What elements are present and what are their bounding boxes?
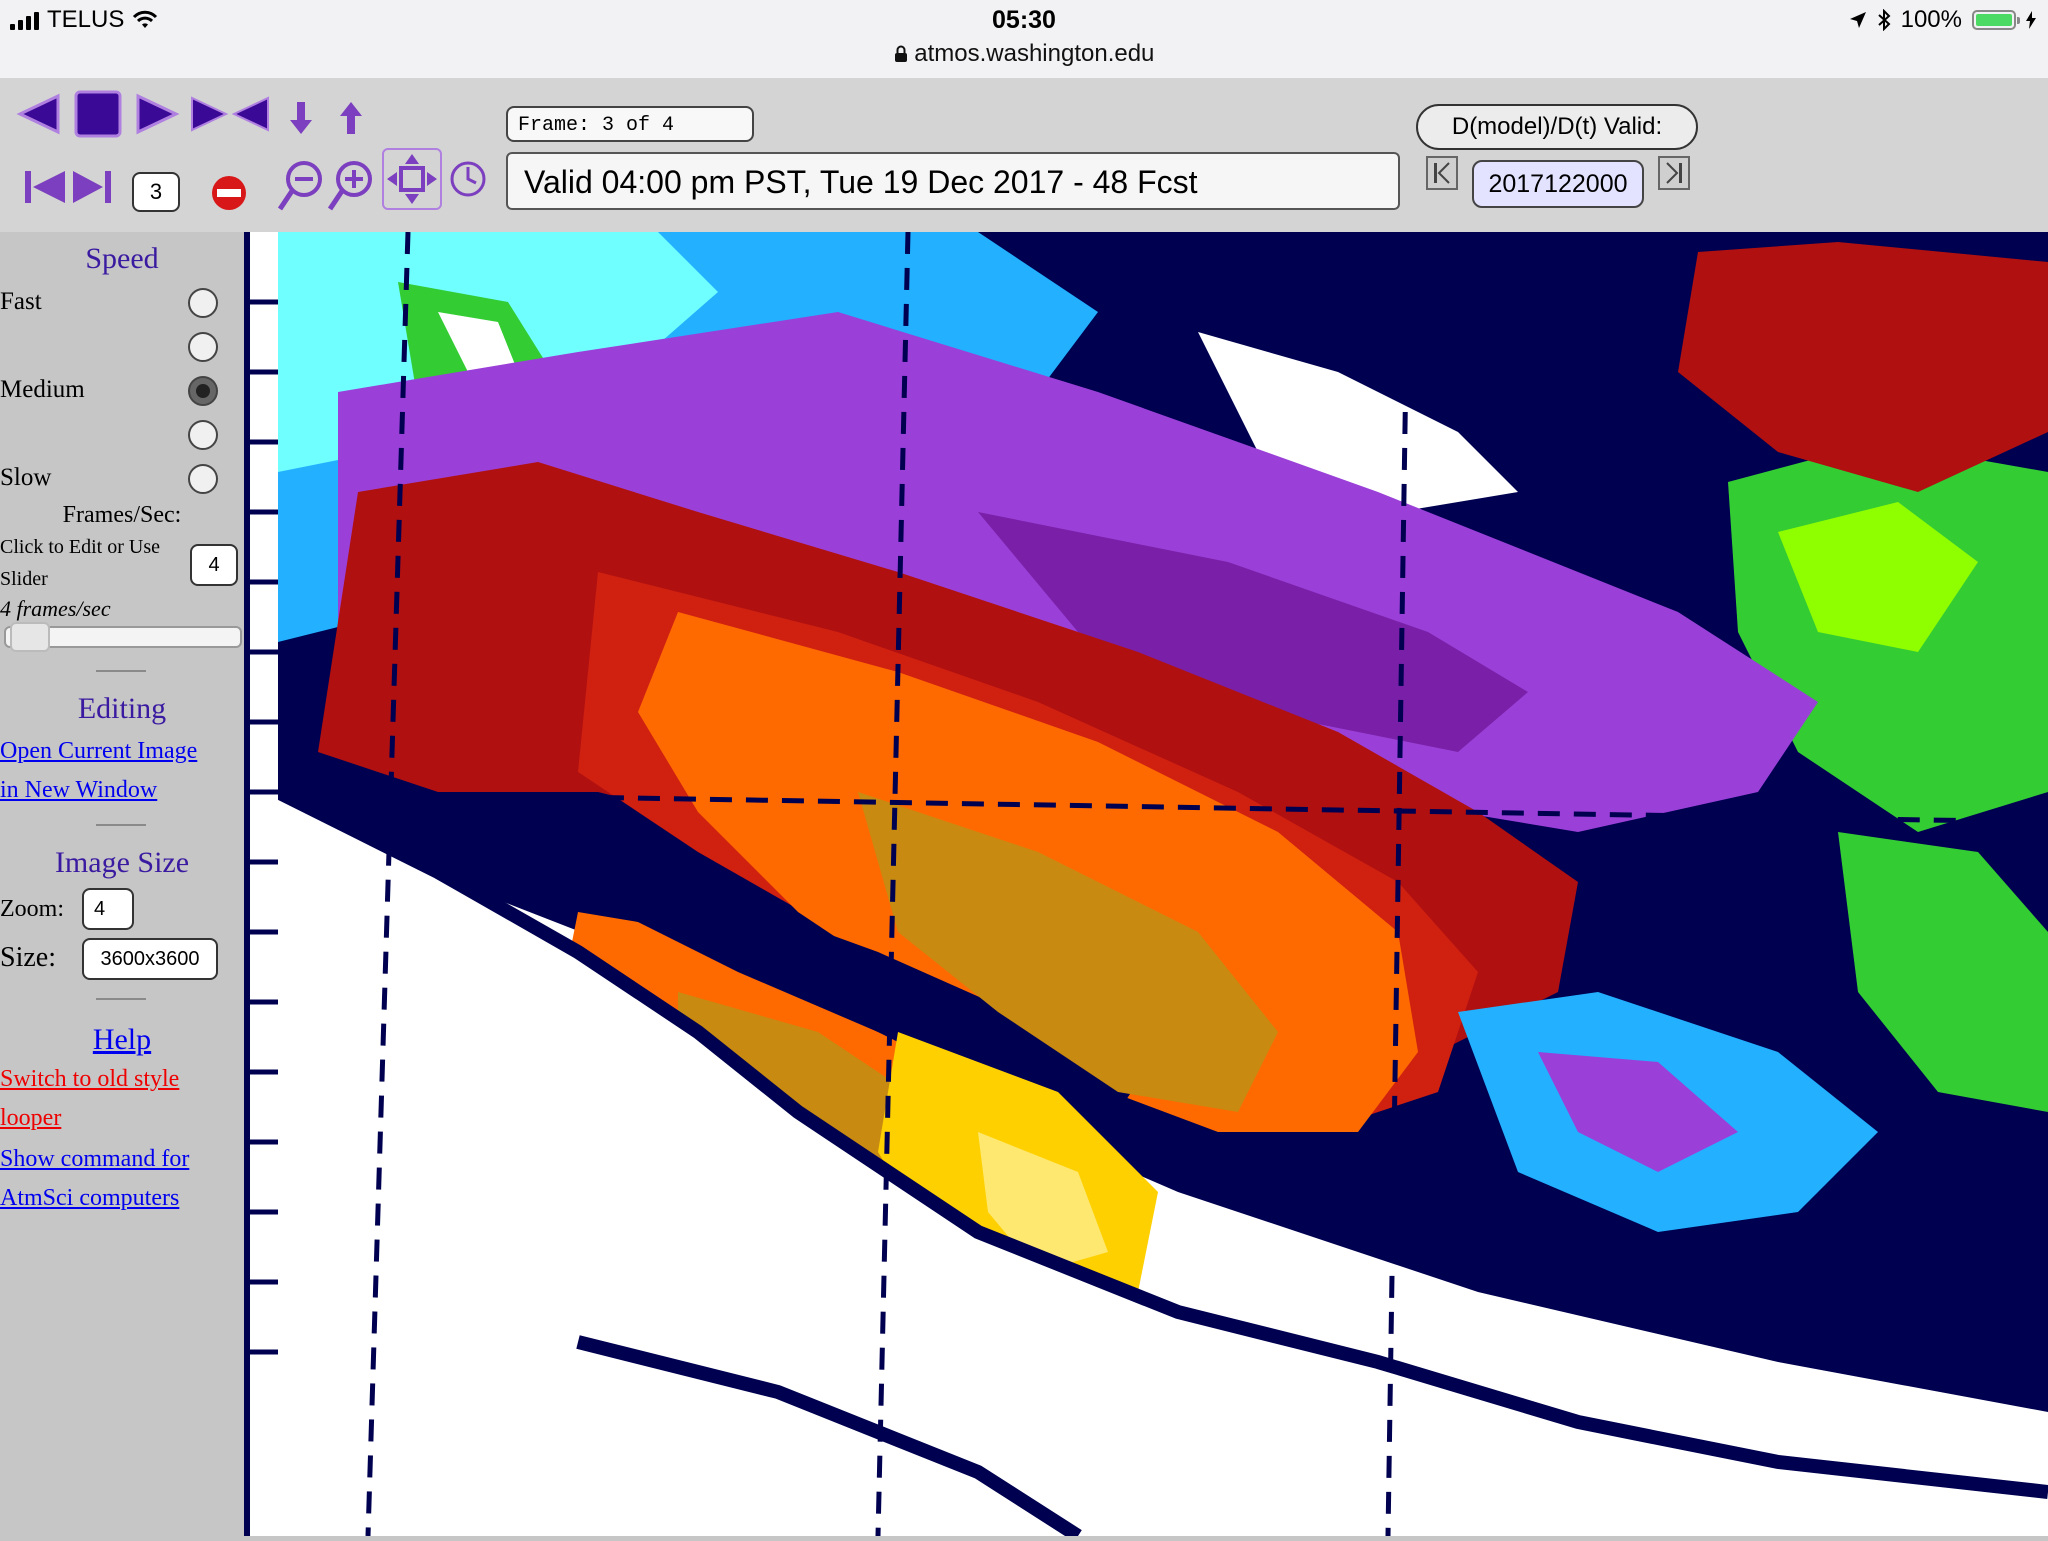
fps-slider[interactable] (4, 622, 242, 652)
skip-first-icon (25, 171, 65, 203)
divider (96, 824, 146, 826)
status-right: 100% (1849, 6, 2036, 34)
image-size-heading: Image Size (54, 846, 190, 879)
speed-heading: Speed (85, 242, 159, 275)
speed-fast-label: Fast (0, 288, 42, 315)
size-input[interactable]: 3600x3600 (82, 938, 218, 980)
move-arrows-icon (387, 154, 437, 204)
fps-status: 4 frames/sec (0, 596, 111, 621)
command-line1: Show command for (0, 1146, 190, 1172)
skip-last-icon (73, 171, 111, 203)
zoom-in-button[interactable] (326, 156, 376, 216)
open-image-line1: Open Current Image (0, 738, 198, 764)
bluetooth-icon (1877, 9, 1891, 31)
arrow-down-icon (290, 102, 312, 134)
play-button[interactable] (130, 88, 186, 140)
location-icon (1849, 12, 1866, 28)
map-left-scale (244, 232, 278, 1536)
editing-heading: Editing (77, 692, 167, 725)
zoom-in-icon (327, 161, 372, 211)
charging-icon (2026, 11, 2036, 29)
lock-icon (894, 45, 907, 62)
status-bar: TELUS 05:30 atmos.washington.edu 100% (0, 0, 2048, 78)
no-entry-icon (212, 176, 246, 210)
frame-indicator: Frame: 3 of 4 (506, 106, 754, 142)
step-right-icon (1666, 162, 1682, 184)
speed-medium-label: Medium (0, 376, 85, 403)
close-looper-button[interactable] (208, 172, 250, 214)
looper-toolbar: 3 Frame: 3 of 4 Valid 04:00 pm PST, Tue … (0, 78, 2048, 234)
old-style-link[interactable]: Switch to old style looper (0, 1060, 179, 1138)
fps-heading: Frames/Sec: (62, 502, 182, 528)
fps-help-line1: Click to Edit or Use (0, 536, 160, 558)
rock-icon (191, 96, 269, 132)
zoom-label: Zoom: (0, 896, 64, 922)
zoom-out-icon (277, 161, 322, 211)
speed-fast-medium-radio[interactable] (188, 332, 218, 362)
arrow-up-icon (340, 102, 362, 134)
model-date-field[interactable]: 2017122000 (1472, 160, 1644, 208)
triangle-left-icon (16, 93, 60, 135)
speed-fast-radio[interactable] (188, 288, 218, 318)
fps-help-line2: Slider (0, 568, 48, 590)
fps-slider-thumb[interactable] (10, 622, 50, 652)
old-style-line2: looper (0, 1105, 62, 1131)
battery-percent: 100% (1900, 6, 1962, 33)
reset-view-button[interactable] (446, 156, 490, 202)
divider (96, 998, 146, 1000)
step-left-icon (1434, 162, 1450, 184)
stop-icon (74, 90, 122, 138)
speed-slow-radio[interactable] (188, 464, 218, 494)
divider (96, 670, 146, 672)
open-image-link[interactable]: Open Current Image in New Window (0, 732, 197, 810)
command-line2: AtmSci computers (0, 1185, 180, 1211)
open-image-line2: in New Window (0, 777, 158, 803)
valid-time-display: Valid 04:00 pm PST, Tue 19 Dec 2017 - 48… (506, 152, 1400, 210)
size-label: Size: (0, 942, 56, 973)
date-prev-button[interactable] (1426, 156, 1458, 190)
triangle-right-icon (136, 93, 180, 135)
old-style-line1: Switch to old style (0, 1066, 180, 1092)
zoom-input[interactable]: 4 (82, 888, 134, 930)
speed-medium-radio[interactable] (188, 376, 218, 406)
speed-medium-slow-radio[interactable] (188, 420, 218, 450)
help-link[interactable]: Help (0, 1020, 244, 1059)
url-bar[interactable]: atmos.washington.edu (0, 40, 2048, 68)
last-frame-button[interactable] (70, 164, 116, 210)
fps-input[interactable]: 4 (190, 544, 238, 586)
clock-reset-icon (450, 161, 486, 197)
first-frame-button[interactable] (22, 164, 68, 210)
control-sidebar: Speed Fast Medium Slow Frames/Sec: Click… (0, 232, 244, 1536)
rock-button[interactable] (190, 92, 270, 136)
clock: 05:30 (992, 6, 1056, 34)
pan-button[interactable] (382, 148, 442, 210)
speed-slow-label: Slow (0, 464, 52, 491)
forecast-map-image[interactable] (278, 232, 2048, 1536)
date-next-button[interactable] (1658, 156, 1690, 190)
step-back-button[interactable] (10, 88, 66, 140)
zoom-out-button[interactable] (276, 156, 326, 216)
show-command-link[interactable]: Show command for AtmSci computers (0, 1140, 189, 1218)
ddt-valid-button[interactable]: D(model)/D(t) Valid: (1416, 104, 1698, 150)
battery-icon (1972, 10, 2020, 30)
frame-jump-input[interactable]: 3 (132, 172, 180, 212)
url-text: atmos.washington.edu (914, 40, 1155, 67)
stop-button[interactable] (70, 88, 126, 140)
decrease-speed-button[interactable] (286, 98, 316, 138)
increase-speed-button[interactable] (336, 98, 366, 138)
